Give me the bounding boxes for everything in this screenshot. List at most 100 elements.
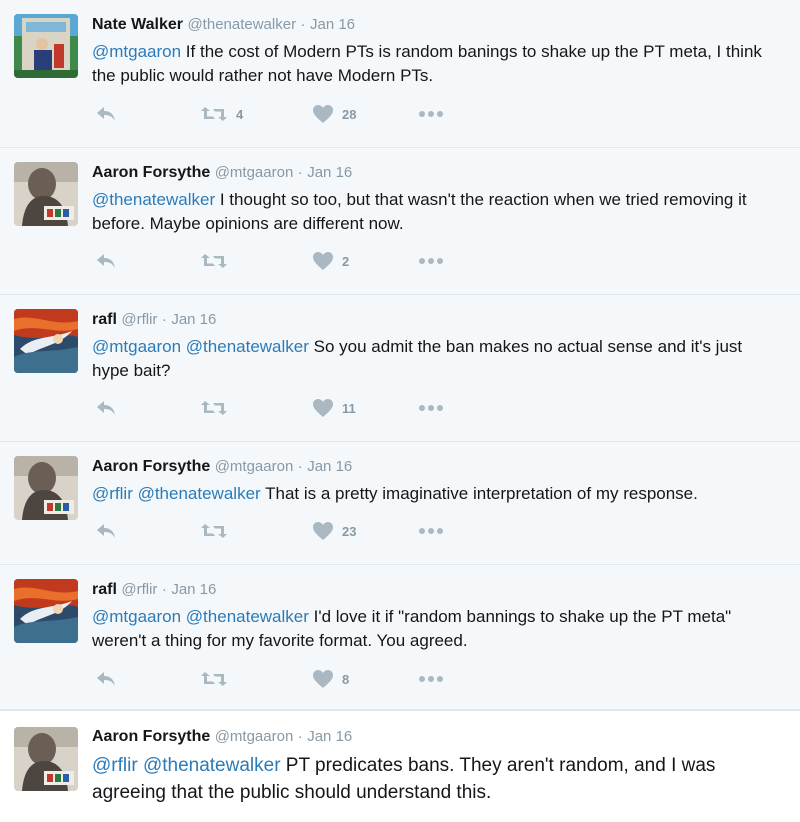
avatar[interactable] bbox=[14, 456, 78, 520]
tweet-date[interactable]: Jan 16 bbox=[171, 581, 216, 598]
mention-link[interactable]: @mtgaaron bbox=[92, 42, 181, 61]
reply-button[interactable] bbox=[94, 104, 118, 124]
tweet[interactable]: rafl @rflir · Jan 16 @mtgaaron @thenatew… bbox=[0, 565, 800, 710]
tweet-header: rafl @rflir · Jan 16 bbox=[92, 310, 780, 330]
more-icon bbox=[418, 527, 444, 535]
like-button[interactable]: 8 bbox=[312, 669, 349, 689]
avatar[interactable] bbox=[14, 727, 78, 791]
retweet-button[interactable]: 4 bbox=[200, 104, 243, 124]
retweet-button[interactable] bbox=[200, 669, 236, 689]
tweet-date[interactable]: Jan 16 bbox=[307, 728, 352, 745]
more-button[interactable] bbox=[418, 669, 444, 689]
author-handle[interactable]: @rflir bbox=[121, 581, 157, 598]
tweet-header: Aaron Forsythe @mtgaaron · Jan 16 bbox=[92, 727, 780, 747]
reply-button[interactable] bbox=[94, 669, 118, 689]
tweet-text: @mtgaaron @thenatewalker I'd love it if … bbox=[92, 605, 780, 653]
tweet-body: That is a pretty imaginative interpretat… bbox=[260, 484, 698, 503]
tweet-text: @thenatewalker I thought so too, but tha… bbox=[92, 188, 780, 236]
reply-icon bbox=[94, 398, 118, 418]
mention-link[interactable]: @rflir @thenatewalker bbox=[92, 484, 261, 503]
retweet-icon bbox=[200, 104, 228, 124]
like-count: 11 bbox=[342, 400, 356, 416]
more-icon bbox=[418, 110, 444, 118]
avatar[interactable] bbox=[14, 14, 78, 78]
tweet-text: @mtgaaron @thenatewalker So you admit th… bbox=[92, 335, 780, 383]
author-name[interactable]: Nate Walker bbox=[92, 16, 183, 33]
mention-link[interactable]: @thenatewalker bbox=[92, 190, 215, 209]
tweet-thread: Nate Walker @thenatewalker · Jan 16 @mtg… bbox=[0, 0, 800, 822]
like-button[interactable]: 28 bbox=[312, 104, 356, 124]
like-count: 28 bbox=[342, 106, 357, 122]
heart-icon bbox=[312, 521, 334, 541]
more-button[interactable] bbox=[418, 398, 444, 418]
tweet-header: Aaron Forsythe @mtgaaron · Jan 16 bbox=[92, 457, 780, 477]
author-name[interactable]: rafl bbox=[92, 311, 117, 328]
like-count: 2 bbox=[342, 253, 350, 269]
author-name[interactable]: Aaron Forsythe bbox=[92, 164, 210, 181]
author-handle[interactable]: @mtgaaron bbox=[215, 164, 294, 181]
like-button[interactable]: 11 bbox=[312, 398, 356, 418]
tweet-body: If the cost of Modern PTs is random bani… bbox=[92, 42, 762, 85]
avatar[interactable] bbox=[14, 579, 78, 643]
author-handle[interactable]: @thenatewalker bbox=[187, 16, 296, 33]
author-name[interactable]: Aaron Forsythe bbox=[92, 728, 210, 745]
tweet-text: @mtgaaron If the cost of Modern PTs is r… bbox=[92, 40, 780, 88]
separator: · bbox=[161, 581, 167, 598]
tweet-actions: 2 bbox=[92, 251, 492, 271]
separator: · bbox=[161, 311, 167, 328]
author-handle[interactable]: @mtgaaron bbox=[215, 728, 294, 745]
reply-icon bbox=[94, 521, 118, 541]
avatar[interactable] bbox=[14, 162, 78, 226]
tweet[interactable]: Nate Walker @thenatewalker · Jan 16 @mtg… bbox=[0, 0, 800, 148]
tweet[interactable]: Aaron Forsythe @mtgaaron · Jan 16 @rflir… bbox=[0, 442, 800, 565]
like-count: 8 bbox=[342, 671, 350, 687]
retweet-icon bbox=[200, 398, 228, 418]
author-handle[interactable]: @rflir bbox=[121, 311, 157, 328]
tweet-date[interactable]: Jan 16 bbox=[307, 458, 352, 475]
avatar[interactable] bbox=[14, 309, 78, 373]
reply-button[interactable] bbox=[94, 251, 118, 271]
tweet[interactable]: Aaron Forsythe @mtgaaron · Jan 16 @thena… bbox=[0, 148, 800, 295]
separator: · bbox=[300, 16, 306, 33]
retweet-count: 4 bbox=[236, 106, 244, 122]
mention-link[interactable]: @mtgaaron @thenatewalker bbox=[92, 607, 309, 626]
heart-icon bbox=[312, 669, 334, 689]
mention-link[interactable]: @mtgaaron @thenatewalker bbox=[92, 337, 309, 356]
tweet[interactable]: rafl @rflir · Jan 16 @mtgaaron @thenatew… bbox=[0, 295, 800, 442]
like-button[interactable]: 23 bbox=[312, 521, 356, 541]
reply-button[interactable] bbox=[94, 398, 118, 418]
tweet-actions: 4 28 bbox=[92, 104, 492, 124]
tweet-actions: 23 bbox=[92, 521, 492, 541]
reply-icon bbox=[94, 669, 118, 689]
more-icon bbox=[418, 257, 444, 265]
focused-tweet[interactable]: Aaron Forsythe @mtgaaron · Jan 16 @rflir… bbox=[0, 710, 800, 822]
tweet-date[interactable]: Jan 16 bbox=[171, 311, 216, 328]
author-handle[interactable]: @mtgaaron bbox=[215, 458, 294, 475]
like-button[interactable]: 2 bbox=[312, 251, 349, 271]
tweet-header: Aaron Forsythe @mtgaaron · Jan 16 bbox=[92, 163, 780, 183]
more-button[interactable] bbox=[418, 104, 444, 124]
retweet-button[interactable] bbox=[200, 521, 236, 541]
reply-button[interactable] bbox=[94, 521, 118, 541]
tweet-header: rafl @rflir · Jan 16 bbox=[92, 580, 780, 600]
more-icon bbox=[418, 675, 444, 683]
heart-icon bbox=[312, 104, 334, 124]
tweet-date[interactable]: Jan 16 bbox=[307, 164, 352, 181]
author-name[interactable]: rafl bbox=[92, 581, 117, 598]
separator: · bbox=[297, 728, 303, 745]
more-button[interactable] bbox=[418, 521, 444, 541]
more-icon bbox=[418, 404, 444, 412]
like-count: 23 bbox=[342, 523, 357, 539]
author-name[interactable]: Aaron Forsythe bbox=[92, 458, 210, 475]
tweet-date[interactable]: Jan 16 bbox=[310, 16, 355, 33]
tweet-header: Nate Walker @thenatewalker · Jan 16 bbox=[92, 15, 780, 35]
tweet-text: @rflir @thenatewalker That is a pretty i… bbox=[92, 482, 780, 506]
retweet-button[interactable] bbox=[200, 398, 236, 418]
retweet-button[interactable] bbox=[200, 251, 236, 271]
separator: · bbox=[297, 458, 303, 475]
mention-link[interactable]: @rflir @thenatewalker bbox=[92, 755, 281, 776]
reply-icon bbox=[94, 104, 118, 124]
more-button[interactable] bbox=[418, 251, 444, 271]
retweet-icon bbox=[200, 669, 228, 689]
separator: · bbox=[297, 164, 303, 181]
